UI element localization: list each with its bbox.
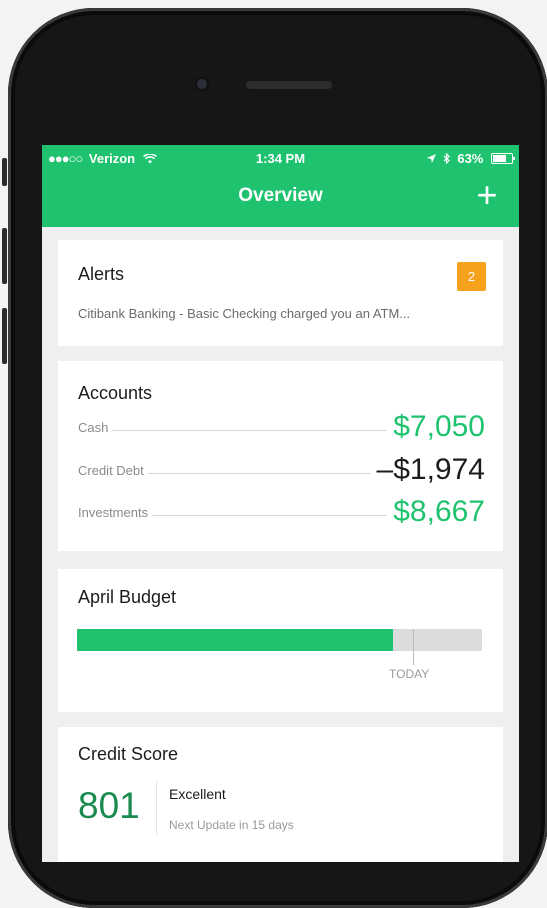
- add-button[interactable]: +: [469, 177, 505, 213]
- budget-title: April Budget: [78, 587, 177, 607]
- account-row-investments[interactable]: Investments $8,667: [78, 490, 485, 529]
- page-title: Overview: [238, 185, 323, 206]
- accounts-card[interactable]: Accounts Cash $7,050 Credit Debt –$1,974…: [58, 361, 503, 551]
- today-label: TODAY: [389, 667, 430, 681]
- account-amount: $7,050: [387, 410, 485, 444]
- account-label: Investments: [78, 505, 153, 520]
- status-bar: ●●●○○ Verizon 1:34 PM 63%: [42, 145, 519, 171]
- bluetooth-icon: [443, 152, 450, 165]
- alerts-title: Alerts: [78, 264, 125, 284]
- credit-score-card[interactable]: Credit Score 801 Excellent Next Update i…: [58, 727, 503, 862]
- alert-message: Citibank Banking - Basic Checking charge…: [78, 306, 411, 321]
- budget-card[interactable]: April Budget TODAY: [58, 569, 503, 712]
- divider: [156, 781, 157, 835]
- accounts-title: Accounts: [78, 383, 153, 403]
- account-label: Cash: [78, 420, 113, 435]
- phone-side-button: [2, 308, 7, 364]
- alerts-card[interactable]: Alerts 2 Citibank Banking - Basic Checki…: [58, 240, 503, 346]
- next-update-text: Next Update in 15 days: [169, 818, 294, 832]
- phone-side-button: [2, 228, 7, 284]
- battery-percent: 63%: [457, 151, 484, 166]
- app-screen: ●●●○○ Verizon 1:34 PM 63% Overview + Ale…: [42, 145, 519, 862]
- credit-score-value: 801: [78, 785, 140, 826]
- budget-progress-bar: [77, 629, 482, 651]
- account-row-credit-debt[interactable]: Credit Debt –$1,974: [78, 448, 485, 487]
- credit-score-title: Credit Score: [78, 744, 179, 764]
- battery-icon: [491, 153, 515, 164]
- credit-rating: Excellent: [169, 786, 226, 802]
- account-label: Credit Debt: [78, 463, 148, 478]
- account-amount: $8,667: [387, 495, 485, 529]
- account-amount: –$1,974: [370, 453, 485, 487]
- budget-progress-fill: [77, 629, 393, 651]
- earpiece-speaker: [246, 81, 332, 89]
- account-row-cash[interactable]: Cash $7,050: [78, 405, 485, 444]
- location-arrow-icon: [427, 154, 437, 163]
- navigation-bar: Overview +: [42, 171, 519, 227]
- front-camera: [194, 76, 210, 92]
- phone-side-button: [2, 158, 7, 186]
- alerts-count-badge: 2: [457, 262, 486, 291]
- today-marker: [413, 629, 414, 665]
